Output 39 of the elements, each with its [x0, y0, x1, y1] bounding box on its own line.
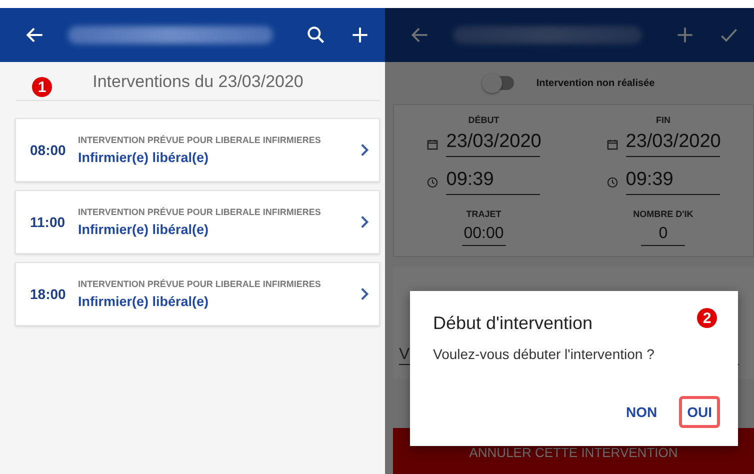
- clock-icon: [427, 176, 438, 188]
- time-field[interactable]: 09:39: [446, 169, 540, 195]
- intervention-title: Infirmier(e) libéral(e): [78, 222, 210, 237]
- list-heading: Interventions du 23/03/2020: [92, 72, 304, 92]
- search-icon[interactable]: [305, 24, 327, 46]
- step-marker: 1: [32, 77, 52, 97]
- intervention-subtitle: INTERVENTION PRÉVUE POUR LIBERALE INFIRMIERES: [78, 279, 322, 289]
- toggle-label: Intervention non réalisée: [536, 78, 655, 88]
- chevron-right-icon: [360, 215, 369, 229]
- dialog-title: Début d'intervention: [433, 313, 593, 334]
- chevron-right-icon: [360, 143, 369, 157]
- date-field[interactable]: 23/03/2020: [446, 131, 540, 157]
- clock-icon: [606, 176, 618, 188]
- intervention-subtitle: INTERVENTION PRÉVUE POUR LIBERALE INFIRMIERES: [78, 207, 322, 217]
- date-field[interactable]: 23/03/2020: [626, 131, 720, 157]
- calendar-icon: [427, 138, 438, 150]
- step-marker: 2: [697, 308, 717, 328]
- intervention-title: Infirmier(e) libéral(e): [78, 294, 210, 309]
- intervention-card[interactable]: 11:00 INTERVENTION PRÉVUE POUR LIBERALE INFIRMIERES Infirmier(e) libéral(e): [15, 190, 380, 254]
- input-field[interactable]: 00:00: [462, 225, 506, 246]
- intervention-time: 18:00: [30, 286, 67, 302]
- dialog-message: Voulez-vous débuter l'intervention ?: [433, 346, 654, 362]
- time-field[interactable]: 09:39: [626, 169, 720, 195]
- intervention-card[interactable]: 08:00 INTERVENTION PRÉVUE POUR LIBERALE INFIRMIERES Infirmier(e) libéral(e): [15, 118, 380, 182]
- intervention-subtitle: INTERVENTION PRÉVUE POUR LIBERALE INFIRMIERES: [78, 135, 322, 145]
- intervention-time: 11:00: [30, 214, 66, 230]
- intervention-time: 08:00: [30, 142, 67, 158]
- field-label: TRAJET: [466, 209, 502, 219]
- intervention-card[interactable]: 18:00 INTERVENTION PRÉVUE POUR LIBERALE INFIRMIERES Infirmier(e) libéral(e): [15, 262, 380, 326]
- calendar-icon: [606, 138, 618, 150]
- field-label: DÉBUT: [468, 115, 500, 125]
- chevron-right-icon: [360, 287, 369, 301]
- field-label: NOMBRE D'IK: [633, 209, 694, 219]
- dialog-button[interactable]: OUI: [679, 396, 720, 428]
- field-label: FIN: [656, 115, 670, 125]
- intervention-title: Infirmier(e) libéral(e): [78, 150, 210, 165]
- dialog-button[interactable]: NON: [618, 396, 666, 428]
- toggle-switch[interactable]: [484, 76, 514, 90]
- input-field[interactable]: 0: [641, 225, 686, 246]
